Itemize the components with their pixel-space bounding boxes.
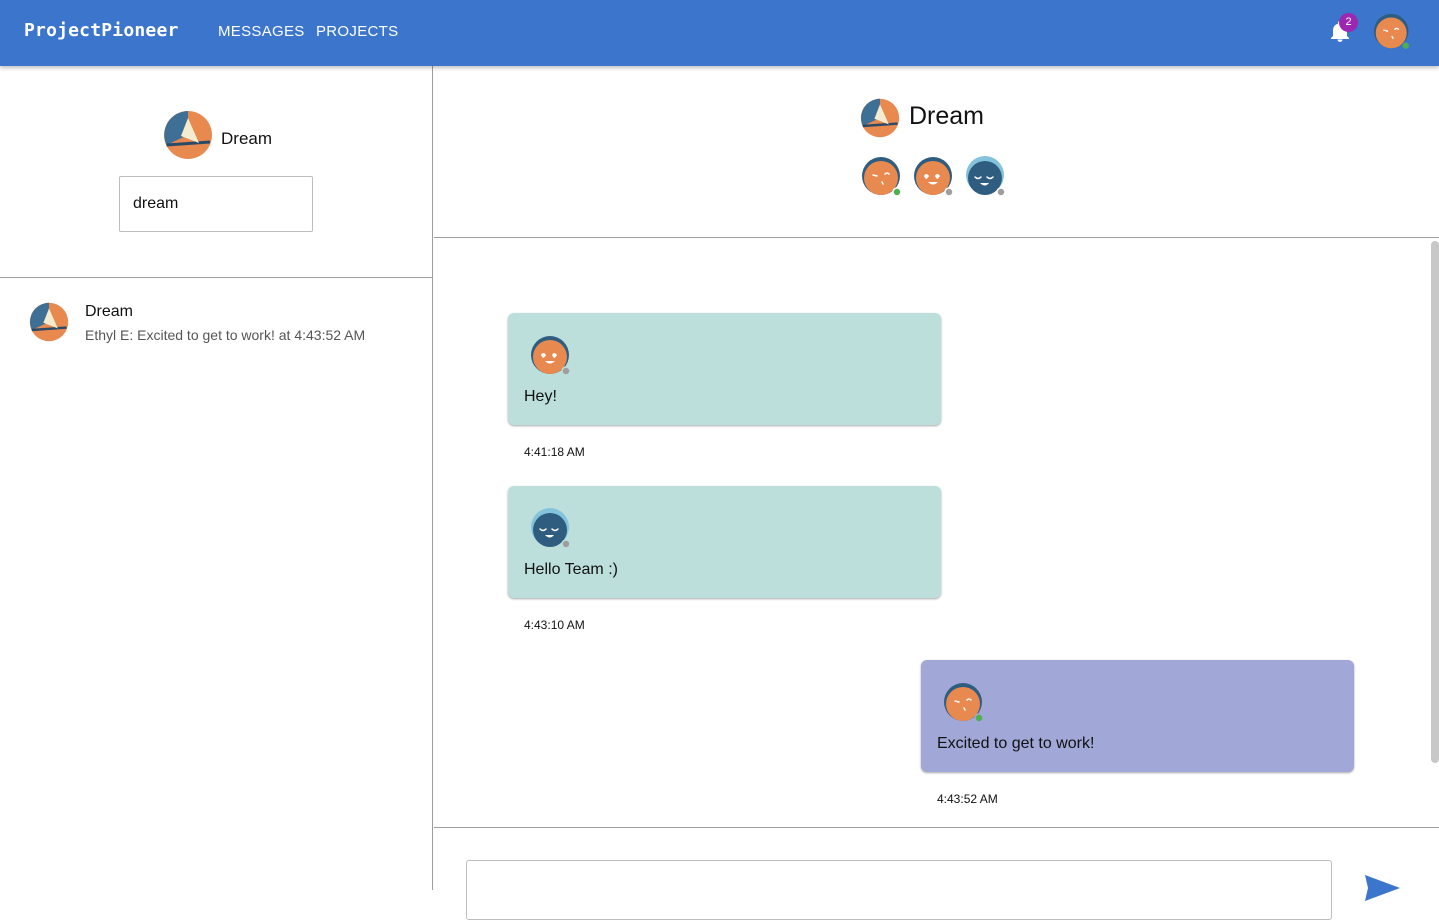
chat-header: Dream xyxy=(434,66,1439,238)
send-icon[interactable] xyxy=(1362,872,1402,902)
brand-logo-text[interactable]: ProjectPioneer xyxy=(24,20,179,41)
message-bubble: Hello Team :) xyxy=(508,486,941,598)
message-text: Hey! xyxy=(524,388,557,405)
member-avatar-smiling-icon[interactable] xyxy=(965,155,1009,199)
sidebar-project-name: Dream xyxy=(221,129,273,148)
conversation-preview: Ethyl E: Excited to get to work! at 4:43… xyxy=(85,327,366,343)
notification-count-badge: 2 xyxy=(1339,13,1358,32)
own-message-bubble: Excited to get to work! xyxy=(921,660,1354,772)
project-logo-icon xyxy=(860,98,900,138)
member-avatar-heart-eyes-icon[interactable] xyxy=(913,155,957,199)
sender-avatar-heart-eyes-icon[interactable] xyxy=(530,334,574,378)
sidebar-header: Dream xyxy=(0,66,433,278)
chat-title: Dream xyxy=(909,102,985,130)
message-list-scrollbar[interactable] xyxy=(1431,241,1439,763)
message-bubble: Hey! xyxy=(508,313,941,425)
conversation-list-item[interactable]: Dream Ethyl E: Excited to get to work! a… xyxy=(0,291,432,351)
conversation-sidebar: Dream Dream Ethyl E: Excited to get to w… xyxy=(0,66,433,890)
message-input[interactable] xyxy=(466,860,1332,920)
user-avatar-wink-icon[interactable] xyxy=(1373,12,1413,52)
message-timestamp: 4:43:10 AM xyxy=(524,618,585,632)
message-timestamp: 4:41:18 AM xyxy=(524,445,585,459)
message-text: Hello Team :) xyxy=(524,561,618,578)
message-text: Excited to get to work! xyxy=(937,735,1095,752)
conversation-search-input[interactable] xyxy=(119,176,313,232)
member-avatar-wink-icon[interactable] xyxy=(861,155,905,199)
nav-projects-link[interactable]: PROJECTS xyxy=(316,23,398,40)
project-logo-icon xyxy=(163,110,213,160)
top-app-bar: ProjectPioneer MESSAGES PROJECTS 2 xyxy=(0,0,1439,66)
project-logo-icon xyxy=(29,302,69,342)
message-list[interactable]: Hey! 4:41:18 AM Hello Team :) 4:43:10 AM… xyxy=(434,239,1439,828)
message-timestamp: 4:43:52 AM xyxy=(937,792,998,806)
conversation-name: Dream xyxy=(85,303,134,320)
nav-messages-link[interactable]: MESSAGES xyxy=(218,23,305,40)
sender-avatar-wink-icon[interactable] xyxy=(943,681,987,725)
sender-avatar-smiling-icon[interactable] xyxy=(530,507,574,551)
